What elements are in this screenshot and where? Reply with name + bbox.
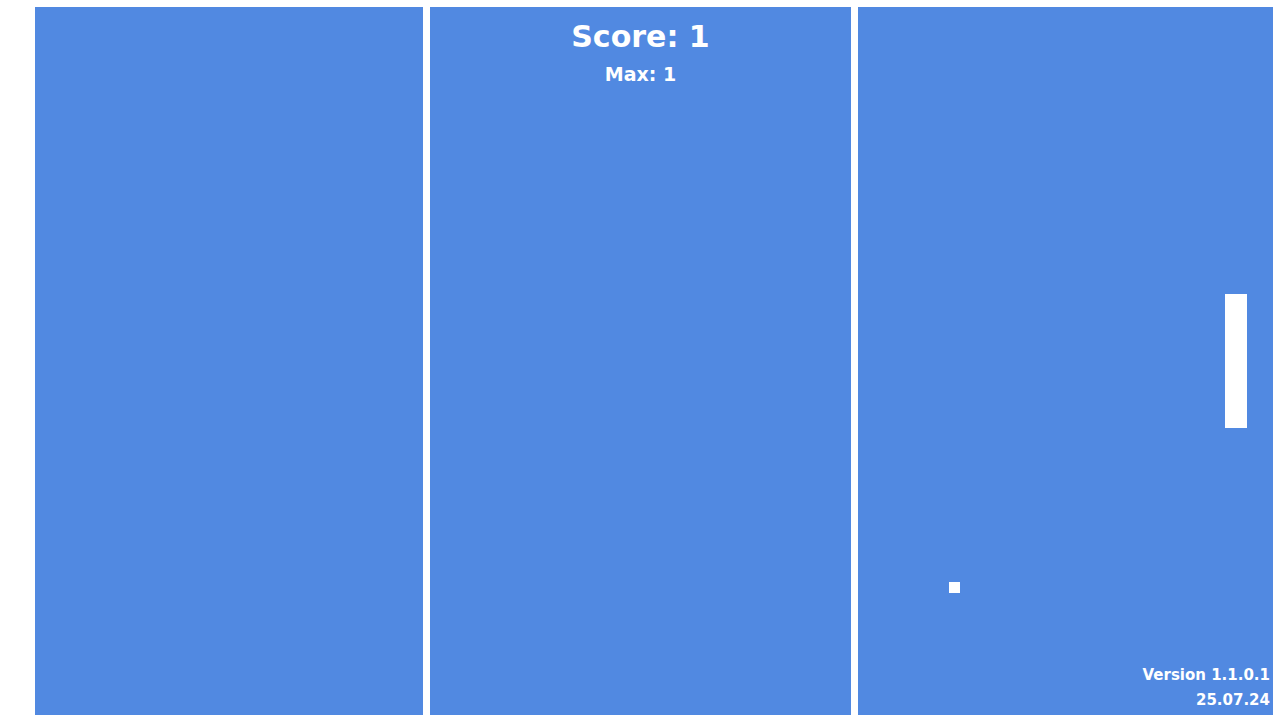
game-field: Score: 1 Max: 1 Version 1.1.0.125.07.24 <box>0 0 1280 721</box>
left-zone <box>35 7 423 715</box>
paddle[interactable] <box>1225 294 1247 428</box>
right-zone: Version 1.1.0.125.07.24 <box>858 7 1273 715</box>
max-score-label: Max: 1 <box>605 61 676 87</box>
ball <box>949 582 960 593</box>
version-label: Version 1.1.0.1 <box>1143 663 1270 688</box>
center-zone: Score: 1 Max: 1 <box>430 7 851 715</box>
date-label: 25.07.24 <box>1196 688 1270 713</box>
score-label: Score: 1 <box>571 17 709 57</box>
version-info: Version 1.1.0.125.07.24 <box>858 663 1273 715</box>
